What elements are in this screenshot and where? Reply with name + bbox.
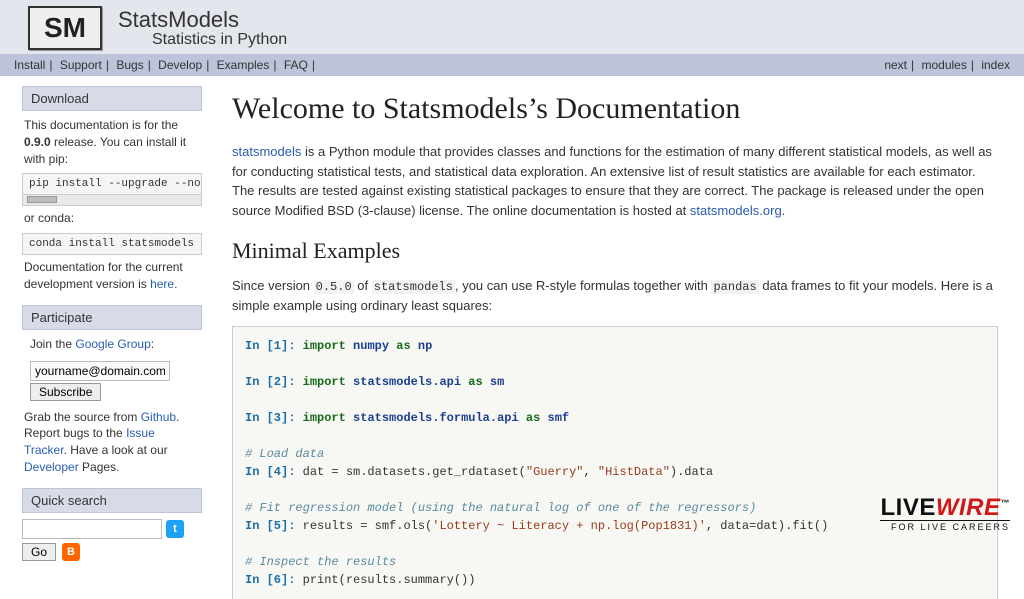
pandas-code: pandas [711,280,758,294]
dev-docs-text: Documentation for the current developmen… [24,259,200,293]
nav-examples[interactable]: Examples [217,58,270,72]
brand-name: StatsModels [118,7,287,33]
nav-faq[interactable]: FAQ [284,58,308,72]
logo-text: StatsModels Statistics in Python [118,7,287,49]
download-heading: Download [22,86,202,111]
developer-link[interactable]: Developer [24,460,79,474]
intro-paragraph: statsmodels is a Python module that prov… [232,142,998,220]
nav-index[interactable]: index [981,58,1010,72]
examples-intro: Since version 0.5.0 of statsmodels, you … [232,276,998,316]
dev-docs-link[interactable]: here [150,277,174,291]
livewire-watermark: LIVEWIRE™ FOR LIVE CAREERS [880,496,1010,532]
nav-next[interactable]: next [884,58,907,72]
download-intro: This documentation is for the 0.9.0 rele… [24,117,200,167]
statsmodels-code: statsmodels [372,280,455,294]
conda-command[interactable]: conda install statsmodels [22,233,202,255]
statsmodels-link[interactable]: statsmodels [232,144,301,159]
nav-install[interactable]: Install [14,58,45,72]
minimal-examples-heading: Minimal Examples [232,238,998,264]
logo-mark: SM [28,6,102,50]
nav-develop[interactable]: Develop [158,58,202,72]
nav-right: next| modules| index [884,58,1010,72]
top-nav: Install| Support| Bugs| Develop| Example… [0,54,1024,76]
or-conda-text: or conda: [24,210,200,227]
version-code: 0.5.0 [314,280,354,294]
github-link[interactable]: Github [141,410,176,424]
nav-left: Install| Support| Bugs| Develop| Example… [14,58,319,72]
pip-scrollbar[interactable] [22,195,202,206]
nav-bugs[interactable]: Bugs [116,58,143,72]
subscribe-button[interactable]: Subscribe [30,383,101,401]
site-header: SM StatsModels Statistics in Python [0,0,1024,54]
pip-command[interactable]: pip install --upgrade --no-deps [22,173,202,195]
participate-blurb: Grab the source from Github. Report bugs… [24,409,200,476]
code-example: In [1]: import numpy as np In [2]: impor… [232,326,998,599]
sidebar: Download This documentation is for the 0… [22,86,202,561]
join-text: Join the Google Group: [30,336,200,353]
email-field[interactable] [30,361,170,381]
nav-support[interactable]: Support [60,58,102,72]
google-group-link[interactable]: Google Group [75,337,150,351]
page-title: Welcome to Statsmodels’s Documentation [232,92,998,126]
brand-tagline: Statistics in Python [152,31,287,49]
search-heading: Quick search [22,488,202,513]
nav-modules[interactable]: modules [921,58,966,72]
blogger-icon[interactable]: B [62,543,80,561]
go-button[interactable]: Go [22,543,56,561]
twitter-icon[interactable]: t [166,520,184,538]
statsmodels-org-link[interactable]: statsmodels.org [690,203,782,218]
participate-heading: Participate [22,305,202,330]
